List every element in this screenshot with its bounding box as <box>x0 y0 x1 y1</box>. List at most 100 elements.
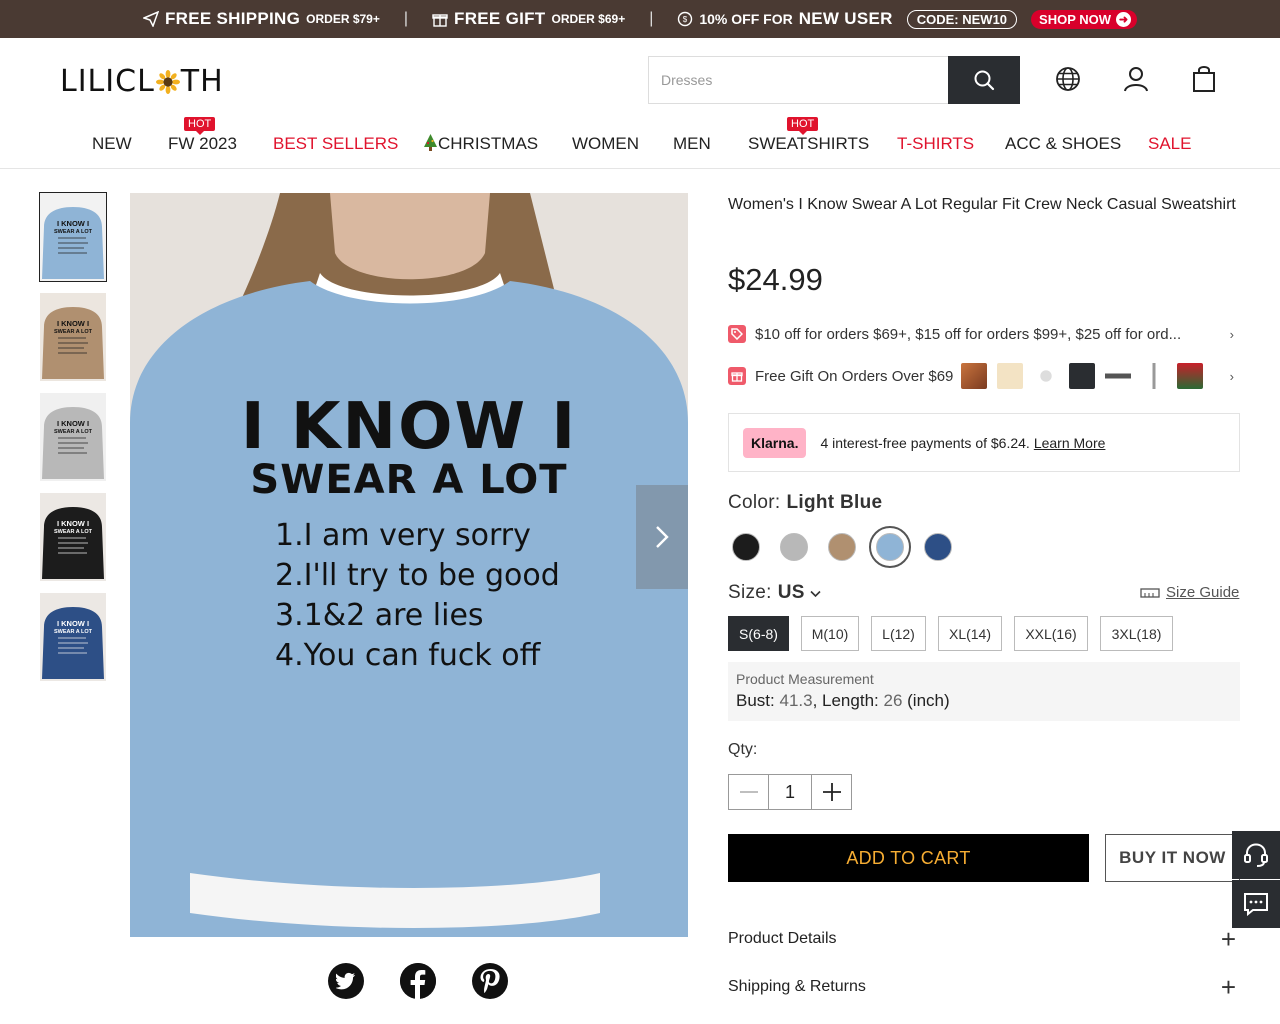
nav-item-new[interactable]: NEW <box>92 134 132 154</box>
thumbnail-light-blue[interactable]: I KNOW I SWEAR A LOT <box>39 192 107 282</box>
christmas-tree-icon <box>424 134 437 151</box>
search-input[interactable]: Dresses <box>648 56 948 104</box>
thumbnail-khaki[interactable]: I KNOW I SWEAR A LOT <box>40 293 106 381</box>
thumbnail-navy-blue[interactable]: I KNOW I SWEAR A LOT <box>40 593 106 681</box>
accordion-title: Product Details <box>728 930 837 947</box>
size-option-3xl[interactable]: 3XL(18) <box>1100 616 1173 651</box>
shirt-print-line: 4.You can fuck off <box>275 638 542 673</box>
product-thumbnail-image: I KNOW ISWEAR A LOT <box>40 593 106 681</box>
measurement-unit: (inch) <box>907 691 950 710</box>
product-thumbnail-image: I KNOW ISWEAR A LOT <box>40 493 106 581</box>
product-info: Women's I Know Swear A Lot Regular Fit C… <box>728 193 1240 217</box>
main-nav: NEW HOT FW 2023 BEST SELLERS CHRISTMAS WO… <box>0 117 1280 160</box>
nav-item-women[interactable]: WOMEN <box>572 134 639 154</box>
thumbnail-print: I KNOW I <box>57 419 89 428</box>
gift-thumbnail <box>1069 363 1096 389</box>
free-gift-row[interactable]: Free Gift On Orders Over $69 › <box>728 363 1240 389</box>
promo-bar[interactable]: FREE SHIPPING ORDER $79+ | FREE GIFT ORD… <box>0 0 1280 38</box>
color-swatch-khaki[interactable] <box>825 530 859 564</box>
search-button[interactable] <box>948 56 1020 104</box>
promo-separator: | <box>649 10 654 27</box>
product-thumbnail-image: I KNOW ISWEAR A LOT <box>40 193 106 281</box>
thumbnail-gray[interactable]: I KNOW I SWEAR A LOT <box>40 393 106 481</box>
nav-item-best-sellers[interactable]: BEST SELLERS <box>273 134 398 154</box>
ruler-icon <box>1140 587 1160 598</box>
qty-input[interactable]: 1 <box>768 775 812 809</box>
thumbnail-print: SWEAR A LOT <box>54 429 93 435</box>
shop-now-button[interactable]: SHOP NOW ➜ <box>1031 9 1138 29</box>
thumbnail-print: I KNOW I <box>57 219 89 228</box>
nav-item-sale[interactable]: SALE <box>1148 134 1191 154</box>
shirt-print-line: 2.I'll try to be good <box>275 558 560 593</box>
length-value: 26 <box>883 691 903 710</box>
thumbnail-print: I KNOW I <box>57 519 89 528</box>
add-to-cart-button[interactable]: ADD TO CART <box>728 834 1089 882</box>
qty-increase-button[interactable] <box>812 775 851 809</box>
language-button[interactable] <box>1053 64 1083 94</box>
size-option-m[interactable]: M(10) <box>801 616 859 651</box>
chevron-right-icon: › <box>1229 326 1234 342</box>
selected-color: Light Blue <box>786 492 883 513</box>
account-button[interactable] <box>1121 64 1151 94</box>
klarna-payment-box: Klarna. 4 interest-free payments of $6.2… <box>728 413 1240 472</box>
cart-button[interactable] <box>1189 64 1219 94</box>
color-swatch-black[interactable] <box>729 530 763 564</box>
nav-item-fw-2023[interactable]: HOT FW 2023 <box>168 117 237 154</box>
twitter-share-button[interactable] <box>328 963 364 999</box>
user-icon <box>1124 67 1148 92</box>
qty-decrease-button[interactable] <box>729 775 768 809</box>
size-guide-label: Size Guide <box>1166 584 1240 601</box>
klarna-logo: Klarna. <box>743 427 807 458</box>
color-swatch-navy-blue[interactable] <box>921 530 955 564</box>
minus-icon <box>739 791 758 793</box>
product-thumbnail-image: I KNOW ISWEAR A LOT <box>40 293 106 381</box>
pinterest-share-button[interactable] <box>472 963 508 999</box>
nav-item-sweatshirts[interactable]: HOT SWEATSHIRTS <box>748 117 869 154</box>
color-label: Color: Light Blue <box>728 492 882 514</box>
color-label-text: Color: <box>728 492 781 513</box>
facebook-share-button[interactable] <box>400 963 436 999</box>
gift-icon <box>728 367 746 385</box>
thumbnail-black[interactable]: I KNOW I SWEAR A LOT <box>40 493 106 581</box>
shipping-returns-accordion[interactable]: Shipping & Returns + <box>728 971 1240 1002</box>
size-guide-link[interactable]: Size Guide <box>1140 584 1239 601</box>
pinterest-icon <box>480 969 500 993</box>
new-user-label: NEW USER <box>798 9 893 28</box>
thumbnail-print: SWEAR A LOT <box>54 529 93 535</box>
nav-item-t-shirts[interactable]: T-SHIRTS <box>897 134 974 154</box>
customer-service-button[interactable] <box>1232 831 1280 879</box>
free-gift-text: Free Gift On Orders Over $69 <box>755 367 954 385</box>
product-thumbnail-image: I KNOW ISWEAR A LOT <box>40 393 106 481</box>
next-image-button[interactable] <box>636 485 688 589</box>
nav-item-acc-shoes[interactable]: ACC & SHOES <box>1005 134 1121 154</box>
nav-item-label: CHRISTMAS <box>438 134 539 153</box>
chat-button[interactable] <box>1232 880 1280 928</box>
color-swatch-gray[interactable] <box>777 530 811 564</box>
size-label: Size: US <box>728 582 821 604</box>
site-logo[interactable]: LILICL TH <box>60 64 224 99</box>
product-price: $24.99 <box>728 262 823 297</box>
discount-promo-row[interactable]: $10 off for orders $69+, $15 off for ord… <box>728 323 1240 345</box>
free-shipping-condition: ORDER $79+ <box>306 12 380 26</box>
plus-icon: + <box>1220 971 1236 1002</box>
size-system-dropdown[interactable]: US <box>778 582 822 603</box>
thumbnail-print: SWEAR A LOT <box>54 329 93 335</box>
gift-thumbnail <box>1105 363 1132 389</box>
hot-badge: HOT <box>787 117 819 135</box>
nav-item-christmas[interactable]: CHRISTMAS <box>423 134 538 154</box>
size-option-s[interactable]: S(6-8) <box>728 616 789 651</box>
product-details-accordion[interactable]: Product Details + <box>728 924 1240 954</box>
thumbnail-print: I KNOW I <box>57 619 89 628</box>
klarna-learn-more-link[interactable]: Learn More <box>1034 435 1106 451</box>
qty-label: Qty: <box>728 741 758 758</box>
gift-thumbnail <box>1141 363 1168 389</box>
nav-item-men[interactable]: MEN <box>673 134 711 154</box>
color-swatch-light-blue[interactable] <box>869 526 911 568</box>
gift-thumbnail <box>997 363 1024 389</box>
size-option-l[interactable]: L(12) <box>871 616 926 651</box>
size-option-xxl[interactable]: XXL(16) <box>1014 616 1088 651</box>
size-option-xl[interactable]: XL(14) <box>938 616 1002 651</box>
thumbnail-print: SWEAR A LOT <box>54 629 93 635</box>
buy-it-now-button[interactable]: BUY IT NOW <box>1105 834 1240 882</box>
measurement-values: Bust: 41.3, Length: 26 (inch) <box>736 691 1232 711</box>
